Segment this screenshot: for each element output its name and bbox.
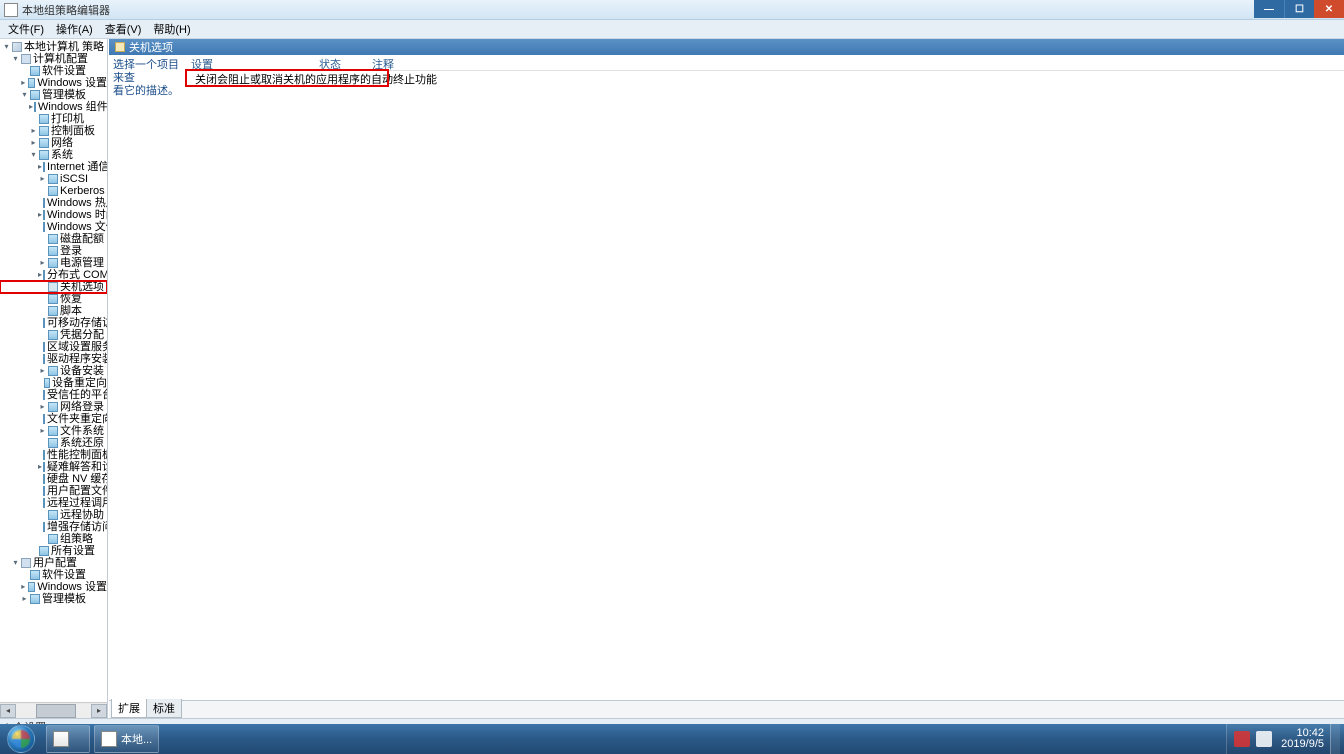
tree-iscsi[interactable]: ▸iSCSI xyxy=(0,173,107,185)
tree-locale[interactable]: ▸区域设置服务 xyxy=(0,341,107,353)
col-state[interactable]: 状态 xyxy=(315,55,368,70)
tree-win-hotstart[interactable]: ▸Windows 热启动 xyxy=(0,197,107,209)
desc-line2: 看它的描述。 xyxy=(113,85,185,98)
tree-printers[interactable]: ▸打印机 xyxy=(0,113,107,125)
tree-diskquota[interactable]: ▸磁盘配额 xyxy=(0,233,107,245)
tree-user-cfg[interactable]: ▾用户配置 xyxy=(0,557,107,569)
tree-kerberos[interactable]: ▸Kerberos xyxy=(0,185,107,197)
scroll-right-button[interactable]: ▸ xyxy=(91,704,107,718)
tree-admin-tpl[interactable]: ▾管理模板 xyxy=(0,89,107,101)
tree-u-admin-tpl[interactable]: ▸管理模板 xyxy=(0,593,107,605)
start-orb-icon xyxy=(7,725,35,753)
setting-row[interactable]: 关闭会阻止或取消关机的应用程序的自动终止功能 xyxy=(187,71,1344,85)
tree-rpc[interactable]: ▸远程过程调用 xyxy=(0,497,107,509)
tree-enhanced-store[interactable]: ▸增强存储访问 xyxy=(0,521,107,533)
tree-perf-panel[interactable]: ▸性能控制面板 xyxy=(0,449,107,461)
tree-sysrestore[interactable]: ▸系统还原 xyxy=(0,437,107,449)
list-header: 设置 状态 注释 xyxy=(187,55,1344,71)
tree-pane: ▾本地计算机 策略 ▾计算机配置 ▸软件设置 ▸Windows 设置 ▾管理模板… xyxy=(0,39,108,718)
tab-standard[interactable]: 标准 xyxy=(146,699,182,718)
tree-win-components[interactable]: ▸Windows 组件 xyxy=(0,101,107,113)
clock-date: 2019/9/5 xyxy=(1281,739,1324,750)
scroll-left-button[interactable]: ◂ xyxy=(0,704,16,718)
tray-ime-icon[interactable] xyxy=(1234,731,1250,747)
tree-u-software[interactable]: ▸软件设置 xyxy=(0,569,107,581)
scroll-thumb[interactable] xyxy=(36,704,76,718)
taskbar: 本地... 10:42 2019/9/5 xyxy=(0,724,1344,754)
tree-shutdown-opts[interactable]: ▸关机选项 xyxy=(0,281,107,293)
tree-user-profile[interactable]: ▸用户配置文件 xyxy=(0,485,107,497)
tree-group-policy[interactable]: ▸组策略 xyxy=(0,533,107,545)
maximize-button[interactable]: ☐ xyxy=(1284,0,1314,18)
tray-flag-icon[interactable] xyxy=(1256,731,1272,747)
tree-trusted-platform[interactable]: ▸受信任的平台模块 xyxy=(0,389,107,401)
taskbar-app-gpedit[interactable]: 本地... xyxy=(94,725,159,753)
tab-extended[interactable]: 扩展 xyxy=(111,699,147,718)
tree-root[interactable]: ▾本地计算机 策略 xyxy=(0,41,107,53)
clock[interactable]: 10:42 2019/9/5 xyxy=(1275,728,1330,750)
tree-folder-redir[interactable]: ▸文件夹重定向 xyxy=(0,413,107,425)
tree-troubleshoot[interactable]: ▸疑难解答和诊断 xyxy=(0,461,107,473)
task-label: 本地... xyxy=(121,731,152,747)
right-header: 关机选项 xyxy=(109,39,1344,55)
show-desktop-button[interactable] xyxy=(1330,724,1340,754)
right-pane: 关机选项 选择一个项目来查 看它的描述。 设置 状态 注释 关闭会阻止或取消关机… xyxy=(108,39,1344,718)
gpedit-icon xyxy=(101,731,117,747)
tree-hscrollbar[interactable]: ◂ ▸ xyxy=(0,702,107,718)
window-title: 本地组策略编辑器 xyxy=(22,2,110,18)
minimize-button[interactable]: — xyxy=(1254,0,1284,18)
col-note[interactable]: 注释 xyxy=(368,55,418,70)
description-column: 选择一个项目来查 看它的描述。 xyxy=(109,55,187,700)
tree-software[interactable]: ▸软件设置 xyxy=(0,65,107,77)
tree-computer-cfg[interactable]: ▾计算机配置 xyxy=(0,53,107,65)
tree-logon[interactable]: ▸登录 xyxy=(0,245,107,257)
tree-removable[interactable]: ▸可移动存储访问 xyxy=(0,317,107,329)
tree-recovery[interactable]: ▸恢复 xyxy=(0,293,107,305)
tree-power[interactable]: ▸电源管理 xyxy=(0,257,107,269)
tree-win-timesvc[interactable]: ▸Windows 时间服务 xyxy=(0,209,107,221)
desc-line1: 选择一个项目来查 xyxy=(113,59,185,85)
tree-u-windows[interactable]: ▸Windows 设置 xyxy=(0,581,107,593)
start-button[interactable] xyxy=(0,724,42,754)
tree-driver-install[interactable]: ▸驱动程序安装 xyxy=(0,353,107,365)
setting-cell: 关闭会阻止或取消关机的应用程序的自动终止功能 xyxy=(191,71,441,85)
settings-list: 设置 状态 注释 关闭会阻止或取消关机的应用程序的自动终止功能 xyxy=(187,55,1344,700)
window-buttons: — ☐ ✕ xyxy=(1254,0,1344,18)
tree-system[interactable]: ▾系统 xyxy=(0,149,107,161)
tree-filesystem[interactable]: ▸文件系统 xyxy=(0,425,107,437)
tree-dcom[interactable]: ▸分布式 COM xyxy=(0,269,107,281)
tree-device-redirect[interactable]: ▸设备重定向 xyxy=(0,377,107,389)
system-tray: 10:42 2019/9/5 xyxy=(1226,724,1344,754)
tree-credentials[interactable]: ▸凭据分配 xyxy=(0,329,107,341)
menubar: 文件(F) 操作(A) 查看(V) 帮助(H) xyxy=(0,20,1344,39)
explorer-icon xyxy=(53,731,69,747)
tree-device-install[interactable]: ▸设备安装 xyxy=(0,365,107,377)
tree-internet-comm[interactable]: ▸Internet 通信管理 xyxy=(0,161,107,173)
tree-control-panel[interactable]: ▸控制面板 xyxy=(0,125,107,137)
right-header-title: 关机选项 xyxy=(129,39,173,55)
tree-network[interactable]: ▸网络 xyxy=(0,137,107,149)
tree-windows-settings[interactable]: ▸Windows 设置 xyxy=(0,77,107,89)
tree-win-filepro[interactable]: ▸Windows 文件保护 xyxy=(0,221,107,233)
col-setting[interactable]: 设置 xyxy=(187,55,315,70)
tree-scripts[interactable]: ▸脚本 xyxy=(0,305,107,317)
tree-disk-nv[interactable]: ▸硬盘 NV 缓存 xyxy=(0,473,107,485)
tab-strip: 扩展 标准 xyxy=(109,700,1344,718)
tree-remote-assist[interactable]: ▸远程协助 xyxy=(0,509,107,521)
folder-icon xyxy=(115,42,125,52)
tree-net-logon[interactable]: ▸网络登录 xyxy=(0,401,107,413)
titlebar: 本地组策略编辑器 — ☐ ✕ xyxy=(0,0,1344,20)
menu-action[interactable]: 操作(A) xyxy=(50,19,99,39)
taskbar-app-explorer[interactable] xyxy=(46,725,90,753)
menu-view[interactable]: 查看(V) xyxy=(99,19,148,39)
tree-all-settings[interactable]: ▸所有设置 xyxy=(0,545,107,557)
close-button[interactable]: ✕ xyxy=(1314,0,1344,18)
menu-file[interactable]: 文件(F) xyxy=(2,19,50,39)
menu-help[interactable]: 帮助(H) xyxy=(147,19,196,39)
app-icon xyxy=(4,3,18,17)
body-split: ▾本地计算机 策略 ▾计算机配置 ▸软件设置 ▸Windows 设置 ▾管理模板… xyxy=(0,39,1344,718)
